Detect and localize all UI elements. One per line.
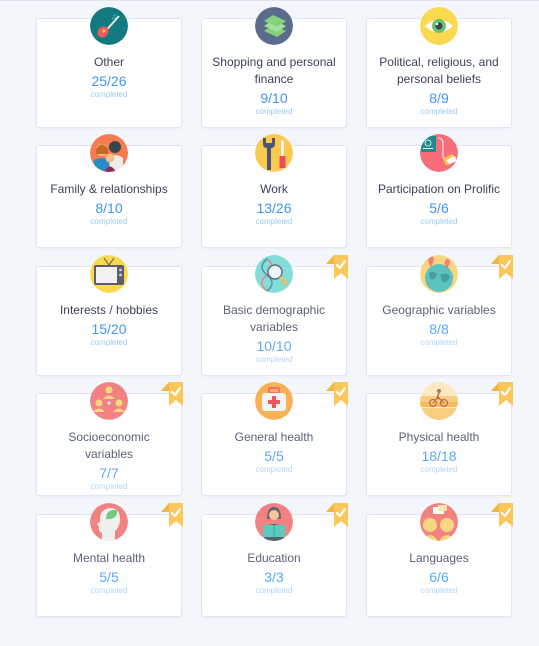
tv-icon xyxy=(90,255,128,293)
completed-label: completed xyxy=(420,217,458,226)
eye-icon xyxy=(420,7,458,45)
completed-label: completed xyxy=(90,338,128,347)
category-title: Participation on Prolific xyxy=(377,182,501,196)
completed-label: completed xyxy=(420,586,458,595)
category-card-shopping[interactable]: Shopping and personal finance 9/10 compl… xyxy=(201,7,347,128)
completed-label: completed xyxy=(255,107,293,116)
dna-magnifier-icon xyxy=(255,255,293,293)
completed-label: completed xyxy=(420,338,458,347)
head-leaf-icon xyxy=(90,503,128,541)
progress-count: 8/10 xyxy=(95,200,123,216)
category-card-other[interactable]: ♫ Other 25/26 completed xyxy=(36,7,182,128)
category-card-physical-health[interactable]: Physical health 18/18 completed xyxy=(366,382,513,496)
cyclist-icon xyxy=(420,382,458,420)
completed-label: completed xyxy=(90,90,128,99)
passport-icon xyxy=(420,134,458,172)
category-title: Socioeconomic variables xyxy=(68,430,150,461)
category-card-family[interactable]: Family & relationships 8/10 completed xyxy=(36,134,182,248)
category-title: Shopping and personal finance xyxy=(212,55,336,86)
completed-label: completed xyxy=(255,586,293,595)
category-card-work[interactable]: Work 13/26 completed xyxy=(201,134,347,248)
completed-badge-icon xyxy=(491,382,517,408)
tools-icon xyxy=(255,134,293,172)
progress-count: 8/8 xyxy=(429,321,449,337)
completed-badge-icon xyxy=(161,503,187,529)
category-card-geographic[interactable]: Geographic variables 8/8 completed xyxy=(366,255,513,376)
category-title: Mental health xyxy=(72,551,146,565)
progress-count: 13/26 xyxy=(256,200,292,216)
progress-count: 25/26 xyxy=(91,73,127,89)
category-card-prolific[interactable]: Participation on Prolific 5/6 completed xyxy=(366,134,512,248)
category-card-socioeconomic[interactable]: Socioeconomic variables 7/7 completed xyxy=(36,382,183,496)
category-title: Languages xyxy=(409,551,469,565)
progress-count: 8/9 xyxy=(429,90,449,106)
svg-text:♫: ♫ xyxy=(111,12,117,21)
completed-label: completed xyxy=(90,482,128,491)
category-title: Political, religious, and personal belie… xyxy=(379,55,499,86)
progress-count: 3/3 xyxy=(264,569,284,585)
category-card-education[interactable]: Education 3/3 completed xyxy=(201,503,348,617)
category-grid: ♫ Other 25/26 completed Shopping and per… xyxy=(0,0,539,646)
completed-badge-icon xyxy=(491,503,517,529)
category-card-languages[interactable]: Languages 6/6 completed xyxy=(366,503,513,617)
category-title: Education xyxy=(247,551,301,565)
reader-icon xyxy=(255,503,293,541)
category-card-beliefs[interactable]: Political, religious, and personal belie… xyxy=(366,7,512,128)
completed-label: completed xyxy=(90,586,128,595)
globe-pins-icon xyxy=(420,255,458,293)
category-title: Physical health xyxy=(398,430,480,444)
progress-count: 15/20 xyxy=(91,321,127,337)
first-aid-kit-icon xyxy=(255,382,293,420)
progress-count: 5/5 xyxy=(264,448,284,464)
completed-badge-icon xyxy=(491,255,517,281)
progress-count: 10/10 xyxy=(256,338,292,354)
category-title: Interests / hobbies xyxy=(59,303,159,317)
progress-count: 5/6 xyxy=(429,200,449,216)
progress-count: 9/10 xyxy=(260,90,288,106)
family-icon xyxy=(90,134,128,172)
category-title: Family & relationships xyxy=(50,182,168,196)
completed-label: completed xyxy=(420,465,458,474)
progress-count: 18/18 xyxy=(421,448,457,464)
completed-label: completed xyxy=(255,217,293,226)
completed-label: completed xyxy=(90,217,128,226)
progress-count: 5/5 xyxy=(99,569,119,585)
speech-heads-icon xyxy=(420,503,458,541)
category-title: General health xyxy=(234,430,314,444)
completed-badge-icon xyxy=(161,382,187,408)
completed-badge-icon xyxy=(326,382,352,408)
category-title: Work xyxy=(260,182,288,196)
completed-label: completed xyxy=(420,107,458,116)
category-title: Geographic variables xyxy=(382,303,496,317)
category-title: Other xyxy=(93,55,124,69)
category-title: Basic demographic variables xyxy=(222,303,326,334)
people-network-icon xyxy=(90,382,128,420)
completed-badge-icon xyxy=(326,255,352,281)
completed-badge-icon xyxy=(326,503,352,529)
category-card-general-health[interactable]: General health 5/5 completed xyxy=(201,382,348,496)
progress-count: 7/7 xyxy=(99,465,119,481)
category-card-mental-health[interactable]: Mental health 5/5 completed xyxy=(36,503,183,617)
money-stack-icon xyxy=(255,7,293,45)
completed-label: completed xyxy=(255,465,293,474)
completed-label: completed xyxy=(255,355,293,364)
guitar-icon: ♫ xyxy=(90,7,128,45)
category-card-basic-demographic[interactable]: Basic demographic variables 10/10 comple… xyxy=(201,255,348,376)
category-card-interests[interactable]: Interests / hobbies 15/20 completed xyxy=(36,255,182,376)
progress-count: 6/6 xyxy=(429,569,449,585)
